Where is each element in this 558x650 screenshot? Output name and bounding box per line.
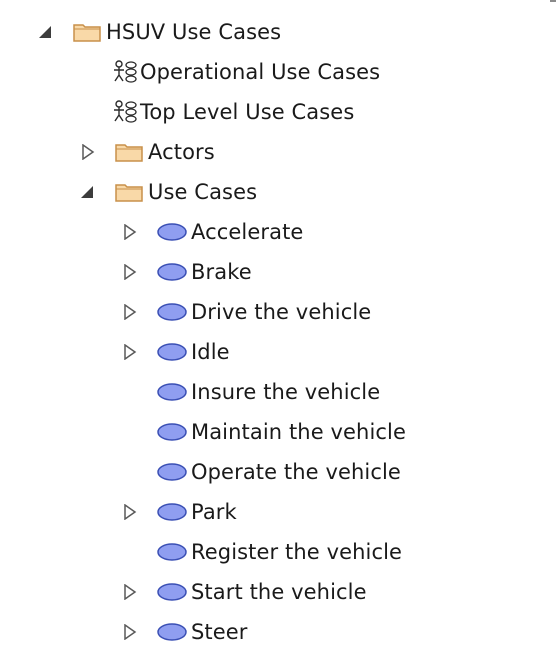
tree-node-label: Steer <box>191 620 248 644</box>
tree-node-actors[interactable]: Actors <box>82 137 215 167</box>
expand-arrow-icon[interactable] <box>122 584 138 600</box>
tree-node-label: HSUV Use Cases <box>106 20 282 44</box>
project-browser-tree: HSUV Use Cases Operational Use Cases Top… <box>0 0 558 650</box>
use-case-icon <box>156 302 188 322</box>
folder-icon <box>114 181 144 203</box>
tree-node-label: Start the vehicle <box>191 580 367 604</box>
use-case-icon <box>156 342 188 362</box>
corner-mark <box>550 0 556 2</box>
use-case-icon <box>156 382 188 402</box>
tree-node-label: Operational Use Cases <box>140 60 381 84</box>
tree-node-label: Idle <box>191 340 230 364</box>
tree-node-use-cases[interactable]: Use Cases <box>81 177 258 207</box>
folder-icon <box>72 21 102 43</box>
tree-node-label: Top Level Use Cases <box>140 100 355 124</box>
use-case-icon <box>156 462 188 482</box>
tree-node-steer[interactable]: Steer <box>124 617 248 647</box>
tree-node-idle[interactable]: Idle <box>124 337 230 367</box>
expand-arrow-icon[interactable] <box>122 344 138 360</box>
tree-node-top-level-use-cases[interactable]: Top Level Use Cases <box>112 97 354 127</box>
tree-node-park[interactable]: Park <box>124 497 237 527</box>
expand-arrow-icon[interactable] <box>122 504 138 520</box>
tree-node-drive-the-vehicle[interactable]: Drive the vehicle <box>124 297 372 327</box>
expand-arrow-icon[interactable] <box>122 224 138 240</box>
tree-node-operational-use-cases[interactable]: Operational Use Cases <box>112 57 380 87</box>
tree-node-label: Drive the vehicle <box>191 300 372 324</box>
folder-icon <box>114 141 144 163</box>
use-case-diagram-icon <box>112 59 138 85</box>
tree-node-label: Actors <box>148 140 215 164</box>
use-case-diagram-icon <box>112 99 138 125</box>
tree-node-maintain-the-vehicle[interactable]: Maintain the vehicle <box>156 417 406 447</box>
tree-node-register-the-vehicle[interactable]: Register the vehicle <box>156 537 402 567</box>
tree-node-label: Operate the vehicle <box>191 460 401 484</box>
tree-node-accelerate[interactable]: Accelerate <box>124 217 304 247</box>
use-case-icon <box>156 222 188 242</box>
tree-node-hsuv-use-cases[interactable]: HSUV Use Cases <box>39 17 282 47</box>
use-case-icon <box>156 422 188 442</box>
use-case-icon <box>156 262 188 282</box>
tree-node-label: Park <box>191 500 237 524</box>
expand-arrow-icon[interactable] <box>80 144 96 160</box>
use-case-icon <box>156 542 188 562</box>
expand-arrow-icon[interactable] <box>122 304 138 320</box>
tree-node-operate-the-vehicle[interactable]: Operate the vehicle <box>156 457 401 487</box>
tree-node-label: Accelerate <box>191 220 304 244</box>
tree-node-label: Use Cases <box>148 180 258 204</box>
tree-node-label: Insure the vehicle <box>191 380 381 404</box>
tree-node-insure-the-vehicle[interactable]: Insure the vehicle <box>156 377 380 407</box>
tree-node-label: Maintain the vehicle <box>191 420 406 444</box>
collapse-arrow-icon[interactable] <box>80 184 96 200</box>
tree-node-brake[interactable]: Brake <box>124 257 252 287</box>
use-case-icon <box>156 582 188 602</box>
use-case-icon <box>156 622 188 642</box>
tree-node-label: Register the vehicle <box>191 540 403 564</box>
expand-arrow-icon[interactable] <box>122 624 138 640</box>
collapse-arrow-icon[interactable] <box>38 24 54 40</box>
expand-arrow-icon[interactable] <box>122 264 138 280</box>
use-case-icon <box>156 502 188 522</box>
tree-node-label: Brake <box>191 260 252 284</box>
tree-node-start-the-vehicle[interactable]: Start the vehicle <box>124 577 367 607</box>
